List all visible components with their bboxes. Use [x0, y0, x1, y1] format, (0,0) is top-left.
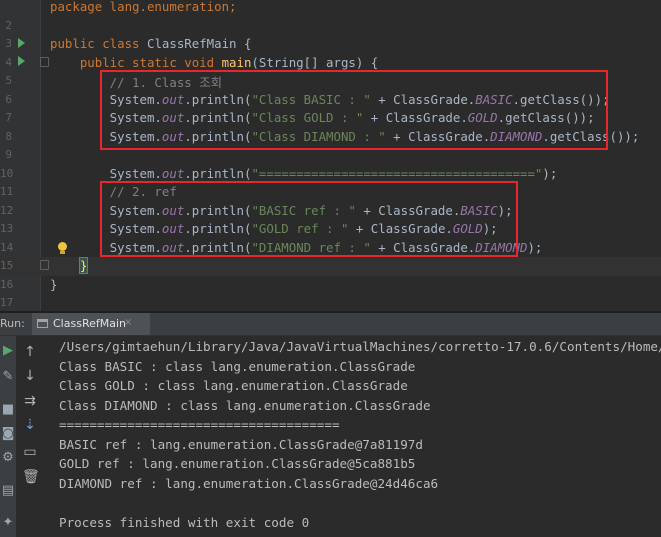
run-toolbar-left: ▶ ✎ ■ ◙ ⚙ ▤ ✦	[0, 336, 16, 537]
code-token: public static void	[50, 54, 222, 70]
code-token: (String[] args) {	[251, 54, 379, 70]
code-token: }	[78, 257, 89, 274]
line-number: 12	[0, 203, 14, 217]
run-gutter-icon[interactable]	[18, 56, 25, 66]
line-number: 5	[5, 74, 12, 87]
settings-icon[interactable]: ⚙	[0, 450, 16, 466]
run-panel-header: Run: ClassRefMain ×	[0, 313, 661, 336]
line-number: 4	[5, 55, 12, 69]
tab-label: ClassRefMain	[53, 317, 126, 330]
line-number: 6	[5, 92, 12, 106]
run-toolbar-right: ↑ ↓ ⇉ ⇣ ▭ 🗑	[20, 336, 44, 537]
stop-icon[interactable]: ■	[0, 402, 16, 418]
code-token: ClassRefMain {	[146, 36, 252, 51]
console-line: /Users/gimtaehun/Library/Java/JavaVirtua…	[59, 339, 661, 354]
line-number: 14	[0, 240, 14, 254]
code-line[interactable]: 3 public class ClassRefMain {	[0, 35, 661, 54]
console-line: Class DIAMOND : class lang.enumeration.C…	[59, 397, 431, 413]
code-text: public static void main(String[] args) {	[50, 55, 378, 70]
line-number: 16	[0, 277, 14, 291]
code-token: }	[50, 276, 58, 292]
console-line: BASIC ref : lang.enumeration.ClassGrade@…	[59, 436, 423, 452]
code-token: System.	[50, 165, 162, 181]
soft-wrap-icon[interactable]: ⇉	[22, 393, 38, 409]
line-number: 17	[0, 296, 14, 309]
trash-icon[interactable]: 🗑	[22, 469, 40, 485]
code-text: }	[50, 257, 89, 274]
lightbulb-icon[interactable]	[58, 242, 67, 254]
console-line: Class GOLD : class lang.enumeration.Clas…	[59, 378, 408, 393]
console-tab-icon	[37, 319, 48, 328]
down-arrow-icon[interactable]: ↓	[22, 368, 38, 384]
console-line: Process finished with exit code 0	[59, 514, 310, 530]
highlight-box-class-lookup	[100, 70, 608, 150]
code-line[interactable]: 2	[0, 17, 661, 36]
line-number: 15	[0, 259, 14, 272]
code-text: package lang.enumeration;	[50, 0, 237, 14]
code-line[interactable]: 15 }	[0, 257, 661, 276]
line-number: 8	[5, 129, 12, 143]
run-panel-title: Run:	[0, 317, 25, 330]
line-number: 11	[0, 185, 14, 198]
run-gutter-icon[interactable]	[18, 38, 25, 48]
code-editor[interactable]: package lang.enumeration; 2 3 public class …	[0, 0, 661, 311]
line-number: 7	[5, 111, 12, 124]
line-number: 3	[5, 37, 12, 50]
print-icon[interactable]: ▭	[22, 444, 38, 460]
fold-marker-icon[interactable]	[40, 260, 49, 270]
code-text: }	[50, 277, 57, 292]
highlight-box-ref	[100, 181, 518, 257]
console-line: =====================================	[59, 417, 340, 432]
code-line[interactable]: package lang.enumeration;	[0, 0, 661, 17]
line-number: 10	[0, 166, 14, 180]
code-line[interactable]: 16}	[0, 276, 661, 295]
code-token: .println(	[184, 165, 252, 181]
scroll-to-end-icon[interactable]: ⇣	[22, 417, 38, 433]
code-text: System.out.println("====================…	[50, 165, 558, 181]
code-line[interactable]: 17	[0, 294, 661, 311]
code-token: );	[542, 165, 558, 181]
run-icon[interactable]: ▶	[0, 343, 16, 359]
layout-icon[interactable]: ▤	[0, 483, 16, 499]
tab-classrefmain[interactable]: ClassRefMain ×	[32, 313, 150, 335]
code-token: out	[161, 165, 185, 181]
code-token: public class	[50, 36, 147, 51]
up-arrow-icon[interactable]: ↑	[22, 344, 38, 360]
pin-icon[interactable]: ✦	[0, 515, 16, 531]
camera-icon[interactable]: ◙	[0, 426, 16, 442]
code-text: public class ClassRefMain {	[50, 36, 251, 51]
line-number: 13	[0, 222, 14, 235]
fold-marker-icon[interactable]	[40, 57, 49, 67]
code-token: main	[221, 54, 252, 70]
code-token: package lang.enumeration;	[50, 0, 237, 14]
tab-close-icon[interactable]: ×	[124, 317, 132, 328]
line-number: 2	[5, 18, 12, 32]
line-number: 9	[5, 148, 12, 161]
code-token: "====================================="	[251, 165, 543, 181]
wrench-icon[interactable]: ✎	[0, 369, 16, 385]
console-line: GOLD ref : lang.enumeration.ClassGrade@5…	[59, 456, 416, 471]
code-token: );	[527, 239, 543, 255]
console-line: DIAMOND ref : lang.enumeration.ClassGrad…	[59, 475, 439, 491]
console-line: Class BASIC : class lang.enumeration.Cla…	[59, 358, 416, 374]
